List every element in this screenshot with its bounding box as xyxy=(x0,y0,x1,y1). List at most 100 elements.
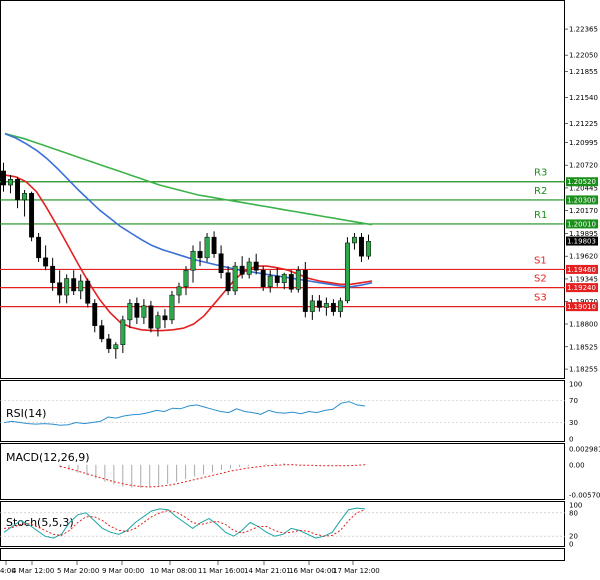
level-label-r2: R2 xyxy=(534,186,547,197)
candle xyxy=(92,299,98,333)
current-price-tag-text: 1.19803 xyxy=(567,238,596,246)
candle-body xyxy=(92,303,98,326)
candle-body xyxy=(141,305,147,318)
candle xyxy=(359,233,364,262)
stoch-tick-label: 80 xyxy=(569,509,578,517)
x-tick-label: 17 Mar 12:00 xyxy=(333,567,380,575)
candle xyxy=(316,295,322,312)
level-price-tag-text: 1.20520 xyxy=(567,178,596,186)
candle-body xyxy=(211,236,217,254)
price-panel-frame xyxy=(0,0,565,379)
candle xyxy=(337,297,343,318)
candle xyxy=(232,261,238,296)
rsi-tick-label: 70 xyxy=(569,397,578,405)
level-label-r1: R1 xyxy=(534,210,547,221)
candle-body xyxy=(169,294,175,321)
candle xyxy=(197,241,203,267)
x-tick-label: 9 Mar 00:00 xyxy=(102,567,144,575)
y-tick-label: 1.18800 xyxy=(569,321,598,329)
candle-body xyxy=(29,193,35,238)
candle xyxy=(85,278,91,308)
candle-body xyxy=(253,261,259,271)
stoch-panel: Stoch(5,5,3) 10080 200 xyxy=(0,502,582,549)
candle-body xyxy=(176,286,182,296)
candle xyxy=(155,311,161,337)
level-label-r3: R3 xyxy=(534,168,547,179)
candle-body xyxy=(43,257,49,267)
stoch-tick-label: 20 xyxy=(569,533,578,541)
candle xyxy=(113,342,119,359)
y-tick-label: 1.21855 xyxy=(569,68,598,76)
candle-body xyxy=(274,275,280,283)
x-tick-label: 14 Mar 21:01 xyxy=(244,567,291,575)
candle-body xyxy=(8,178,13,186)
candle xyxy=(106,333,112,353)
candle-body xyxy=(162,315,168,321)
rsi-line xyxy=(3,401,366,426)
candle xyxy=(64,274,70,304)
y-tick-label: 1.21225 xyxy=(569,120,598,128)
candle xyxy=(281,272,287,290)
candle xyxy=(99,319,105,343)
y-tick-label: 1.22050 xyxy=(569,52,598,60)
candle-body xyxy=(78,280,84,292)
candle xyxy=(29,191,35,242)
x-tick-label: 16 Mar 04:00 xyxy=(289,567,336,575)
candle-body xyxy=(288,274,294,290)
candle-body xyxy=(71,278,77,292)
macd-label: MACD(12,26,9) xyxy=(6,451,90,464)
candle xyxy=(127,299,133,329)
candle xyxy=(148,300,154,333)
y-tick-label: 1.18255 xyxy=(569,366,598,374)
macd-tick-label: -0.005708 xyxy=(569,492,600,500)
candle-body xyxy=(155,315,161,329)
candle xyxy=(134,297,140,325)
candle-body xyxy=(295,269,301,290)
level-label-s2: S2 xyxy=(534,274,547,285)
candle-body xyxy=(106,338,112,350)
candle xyxy=(253,253,259,275)
y-tick-label: 1.20995 xyxy=(569,139,598,147)
candle xyxy=(288,270,294,293)
candle xyxy=(169,290,175,325)
rsi-panel-frame xyxy=(0,380,565,442)
candle-body xyxy=(352,236,357,244)
candle-body xyxy=(225,272,231,292)
stoch-tick-label: 100 xyxy=(569,502,582,510)
x-tick-label: 11 Mar 16:00 xyxy=(198,567,245,575)
candle-body xyxy=(127,303,133,321)
candle xyxy=(211,231,217,258)
price-panel: 1.22365 1.22050 1.21855 1.21540 1.21225 1.209… xyxy=(0,26,598,374)
candle xyxy=(78,274,84,300)
level-price-tag-text: 1.20010 xyxy=(567,220,596,228)
x-axis: 4:004 Mar 12:00 5 Mar 20:00 9 Mar 00:00 10 … xyxy=(0,561,380,575)
candle-body xyxy=(267,275,273,288)
candle xyxy=(295,266,301,293)
candle xyxy=(8,175,13,194)
candle xyxy=(218,245,224,279)
candle xyxy=(309,295,315,320)
candle xyxy=(57,270,63,304)
candle-body xyxy=(204,236,210,259)
candle-body xyxy=(113,344,119,350)
macd-tick-label: 0.00 xyxy=(569,461,585,469)
candle-body xyxy=(366,241,371,257)
level-price-tag-text: 1.19240 xyxy=(567,284,596,292)
candle-body xyxy=(330,303,336,312)
candle-body xyxy=(344,242,350,302)
candle-body xyxy=(99,325,105,340)
candle xyxy=(302,261,308,318)
stoch-label: Stoch(5,5,3) xyxy=(6,516,74,529)
candle xyxy=(204,233,210,262)
candle xyxy=(225,266,231,296)
candle-body xyxy=(281,274,287,283)
candle-body xyxy=(85,280,91,304)
candle-body xyxy=(337,300,343,312)
candle-body xyxy=(50,265,56,283)
stoch-panel-frame xyxy=(0,501,565,547)
candle-body xyxy=(148,305,154,329)
candle xyxy=(22,190,28,217)
candle-body xyxy=(232,265,238,292)
candle-body xyxy=(57,282,63,296)
level-label-s1: S1 xyxy=(534,255,547,266)
